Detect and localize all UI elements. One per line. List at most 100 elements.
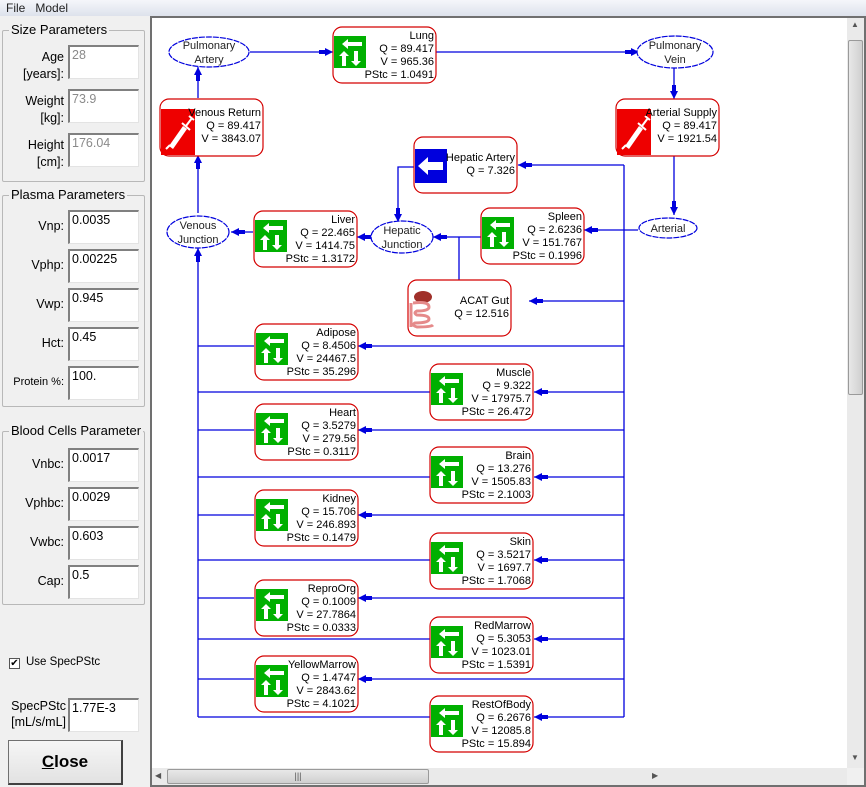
tissue-red-marrow[interactable]: RedMarrowQ = 5.3053V = 1023.01PStc = 1.5… xyxy=(429,616,534,674)
circulation-diagram: Pulmonary Artery Pulmonary Vein Venous Juncti… xyxy=(159,26,720,753)
arrowhead-icon xyxy=(534,713,542,721)
plasma-parameters-group: Plasma Parameters Vnp: 0.0035 Vphp: 0.00… xyxy=(2,187,145,407)
tissue-compartment-icon xyxy=(431,626,463,658)
close-button[interactable]: Close xyxy=(8,740,123,785)
node-name: Hepatic Artery xyxy=(446,152,516,164)
vwp-input[interactable]: 0.945 xyxy=(68,288,139,322)
tissue-lung[interactable]: LungQ = 89.417V = 965.36PStc = 1.0491 xyxy=(332,26,437,84)
arrow-tail xyxy=(196,75,200,81)
use-specpstc-checkbox[interactable]: ✔ xyxy=(9,658,20,669)
node-value: PStc = 0.1479 xyxy=(287,532,356,544)
scroll-left-icon[interactable]: ◀ xyxy=(155,771,161,780)
arrowhead-icon xyxy=(358,675,366,683)
hepatic-artery[interactable]: Hepatic ArteryQ = 7.326 xyxy=(413,136,518,194)
arrow-tail xyxy=(319,50,325,54)
tissue-liver[interactable]: LiverQ = 22.465V = 1414.75PStc = 1.3172 xyxy=(253,210,358,268)
tissue-yellow-marrow[interactable]: YellowMarrowQ = 1.4747V = 2843.62PStc = … xyxy=(254,655,359,713)
vphp-input[interactable]: 0.00225 xyxy=(68,249,139,283)
junction-label: Artery xyxy=(194,54,224,66)
tissue-compartment-icon xyxy=(431,705,463,737)
tissue-kidney[interactable]: KidneyQ = 15.706V = 246.893PStc = 0.1479 xyxy=(254,489,359,547)
blood-cells-parameter-group: Blood Cells Parameter Vnbc: 0.0017 Vphbc… xyxy=(2,423,145,605)
menu-model[interactable]: Model xyxy=(29,0,72,16)
vertical-scrollbar[interactable]: ▲ ▼ xyxy=(847,18,864,768)
node-value: V = 24467.5 xyxy=(296,353,356,365)
tissue-compartment-icon xyxy=(256,499,288,531)
junction-hepatic-junction[interactable]: Hepatic Junction xyxy=(370,220,434,254)
scroll-right-icon[interactable]: ▶ xyxy=(652,771,658,780)
node-value: PStc = 0.3117 xyxy=(287,446,356,458)
arrow-tail xyxy=(537,299,543,303)
hct-input[interactable]: 0.45 xyxy=(68,327,139,361)
horizontal-scroll-thumb[interactable]: ||| xyxy=(167,769,429,784)
pump-arterial-supply[interactable]: Arterial SupplyQ = 89.417V = 1921.54 xyxy=(615,98,720,157)
age-label: Age [years]: xyxy=(23,50,64,81)
node-value: V = 2843.62 xyxy=(296,685,356,697)
node-value: Q = 9.322 xyxy=(482,380,531,392)
junction-label: Pulmonary xyxy=(649,40,702,52)
menu-file[interactable]: File xyxy=(0,0,29,16)
vwp-label: Vwp: xyxy=(36,297,64,311)
node-value: Q = 6.2676 xyxy=(476,712,531,724)
scroll-up-icon[interactable]: ▲ xyxy=(851,20,859,29)
tissue-repro-org[interactable]: ReproOrgQ = 0.1009V = 27.7864PStc = 0.03… xyxy=(254,579,359,637)
horizontal-scrollbar[interactable]: ◀ ||| ▶ xyxy=(152,768,847,785)
node-name: Kidney xyxy=(322,493,356,505)
node-value: Q = 5.3053 xyxy=(476,633,531,645)
junction-label: Junction xyxy=(178,234,219,246)
hct-label: Hct: xyxy=(41,336,64,350)
vwbc-input[interactable]: 0.603 xyxy=(68,526,139,560)
arrowhead-icon xyxy=(534,473,542,481)
checkmark-icon: ✔ xyxy=(10,658,19,669)
node-value: Q = 15.706 xyxy=(301,506,356,518)
vnp-input[interactable]: 0.0035 xyxy=(68,210,139,244)
node-value: Q = 7.326 xyxy=(466,165,515,177)
acat-gut[interactable]: ACAT GutQ = 12.516 xyxy=(407,279,512,337)
arrowhead-icon xyxy=(584,226,592,234)
arrowhead-icon xyxy=(325,48,333,56)
arrow-tail xyxy=(526,163,532,167)
vnbc-input[interactable]: 0.0017 xyxy=(68,448,139,482)
age-input[interactable]: 28 xyxy=(68,45,139,79)
tissue-rest-of-body[interactable]: RestOfBodyQ = 6.2676V = 12085.8PStc = 15… xyxy=(429,695,534,753)
node-name: Spleen xyxy=(548,211,582,223)
junction-label: Venous xyxy=(180,220,217,232)
arrowhead-icon xyxy=(670,91,678,99)
junction-pulmonary-vein[interactable]: Pulmonary Vein xyxy=(636,35,714,69)
tissue-muscle[interactable]: MuscleQ = 9.322V = 17975.7PStc = 26.472 xyxy=(429,363,534,421)
tissue-skin[interactable]: SkinQ = 3.5217V = 1697.7PStc = 1.7068 xyxy=(429,532,534,590)
junction-arterial[interactable]: Arterial xyxy=(638,217,698,239)
node-value: PStc = 35.296 xyxy=(287,366,356,378)
node-value: PStc = 4.1021 xyxy=(287,698,356,710)
protein-input[interactable]: 100. xyxy=(68,366,139,400)
scroll-down-icon[interactable]: ▼ xyxy=(851,753,859,762)
node-value: PStc = 26.472 xyxy=(462,406,531,418)
weight-input[interactable]: 73.9 xyxy=(68,89,139,123)
junction-pulmonary-artery[interactable]: Pulmonary Artery xyxy=(168,36,250,68)
tissue-adipose[interactable]: AdiposeQ = 8.4506V = 24467.5PStc = 35.29… xyxy=(254,323,359,381)
node-name: Heart xyxy=(329,407,356,419)
arrow-tail xyxy=(366,344,372,348)
tissue-heart[interactable]: HeartQ = 3.5279V = 279.56PStc = 0.3117 xyxy=(254,403,359,461)
junction-venous-junction[interactable]: Venous Junction xyxy=(166,215,230,249)
vphbc-input[interactable]: 0.0029 xyxy=(68,487,139,521)
specpstc-input[interactable]: 1.77E-3 xyxy=(68,698,139,732)
node-value: Q = 22.465 xyxy=(300,227,355,239)
vertical-scroll-thumb[interactable] xyxy=(848,40,863,395)
node-value: PStc = 1.3172 xyxy=(286,253,355,265)
node-name: ReproOrg xyxy=(308,583,356,595)
arrowhead-icon xyxy=(357,233,365,241)
group-title: Size Parameters xyxy=(9,22,110,37)
specpstc-label: SpecPStc [mL/s/mL] xyxy=(11,699,66,729)
arrowhead-icon xyxy=(194,67,202,75)
tissue-spleen[interactable]: SpleenQ = 2.6236V = 151.767PStc = 0.1996 xyxy=(480,207,585,265)
pump-venous-return[interactable]: Venous ReturnQ = 89.417V = 3843.07 xyxy=(159,98,264,157)
arrow-tail xyxy=(672,201,676,207)
arrowhead-icon xyxy=(358,511,366,519)
height-input[interactable]: 176.04 xyxy=(68,133,139,167)
tissue-brain[interactable]: BrainQ = 13.276V = 1505.83PStc = 2.1003 xyxy=(429,446,534,504)
arrow-tail xyxy=(542,637,548,641)
cap-input[interactable]: 0.5 xyxy=(68,565,139,599)
vnp-label: Vnp: xyxy=(38,219,64,233)
diagram-canvas[interactable]: Pulmonary Artery Pulmonary Vein Venous Juncti… xyxy=(150,16,866,787)
